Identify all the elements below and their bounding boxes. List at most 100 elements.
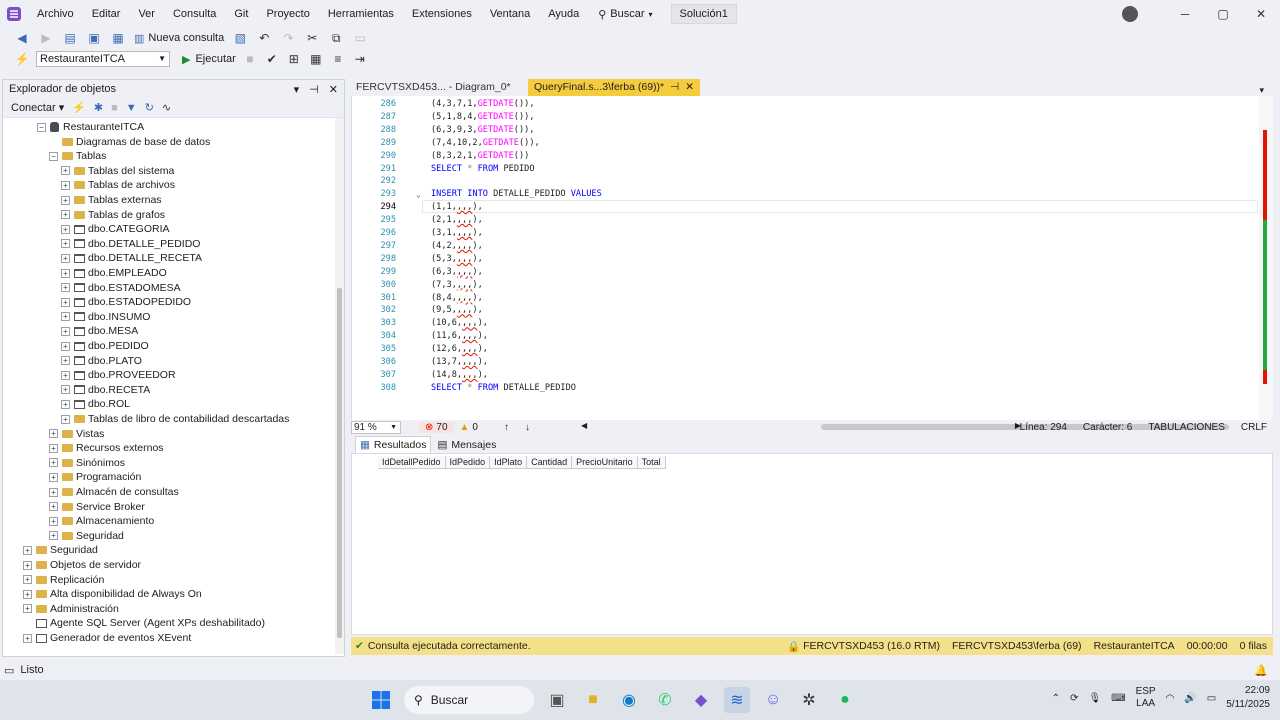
tree-node[interactable]: + dbo.DETALLE_RECETA <box>61 251 202 265</box>
expand-icon[interactable]: + <box>61 166 70 176</box>
save-icon[interactable]: ▣ <box>86 31 102 45</box>
execute-button[interactable]: ▶ Ejecutar <box>182 53 236 66</box>
tree-node[interactable]: − RestauranteITCA <box>37 120 144 134</box>
tree-node[interactable]: + Administración <box>23 602 119 616</box>
taskbar-search[interactable]: ⚲ Buscar <box>404 686 534 714</box>
back-icon[interactable]: ◀ <box>14 31 30 45</box>
tree-node[interactable]: − Tablas <box>49 149 106 163</box>
error-count[interactable]: ⊗ 70 <box>419 421 454 433</box>
expand-icon[interactable]: + <box>61 253 70 263</box>
tree-node[interactable]: + Sinónimos <box>49 456 125 470</box>
grid-column-header[interactable]: PrecioUnitario <box>572 456 638 469</box>
new-project-icon[interactable]: ▤ <box>62 31 78 45</box>
expand-icon[interactable]: + <box>61 312 70 322</box>
menu-item[interactable]: Consulta <box>164 0 225 28</box>
expand-icon[interactable]: + <box>61 283 70 293</box>
collapse-icon[interactable]: − <box>37 122 46 132</box>
expand-icon[interactable]: + <box>49 458 58 468</box>
connect-icon[interactable]: ⚡ <box>14 52 30 66</box>
menu-item[interactable]: Herramientas <box>319 0 403 28</box>
cut-icon[interactable]: ✂ <box>304 31 320 45</box>
expand-icon[interactable]: + <box>61 326 70 336</box>
expand-icon[interactable]: + <box>23 589 32 599</box>
pin-icon[interactable]: ▾ <box>294 83 300 96</box>
tree-node[interactable]: + Recursos externos <box>49 441 164 455</box>
tree-node[interactable]: + Tablas externas <box>61 193 162 207</box>
connect-icon[interactable]: ⚡ <box>72 101 86 114</box>
tab-query[interactable]: QueryFinal.s...3\ferba (69))* ⊣ ✕ <box>528 79 701 96</box>
tree-node[interactable]: + Seguridad <box>23 543 98 557</box>
close-button[interactable]: ✕ <box>1242 0 1280 28</box>
expand-icon[interactable]: + <box>23 604 32 614</box>
grid-column-header[interactable]: IdDetallPedido <box>378 456 446 469</box>
tree-node[interactable]: + Tablas de libro de contabilidad descart… <box>61 412 289 426</box>
tree-node[interactable]: + Tablas de archivos <box>61 178 175 192</box>
grid-column-header[interactable]: Cantidad <box>527 456 573 469</box>
disconnect-icon[interactable]: ✱ <box>94 101 103 114</box>
menu-item[interactable]: Archivo <box>28 0 83 28</box>
tree-node[interactable]: Agente SQL Server (Agent XPs deshabilita… <box>23 616 265 630</box>
arrow-down-icon[interactable]: ↓ <box>525 422 530 433</box>
chatgpt-icon[interactable]: ✲ <box>796 687 822 713</box>
volume-icon[interactable]: 🔊 <box>1184 693 1196 704</box>
grid-column-header[interactable]: IdPlato <box>490 456 528 469</box>
solution-name[interactable]: Solución1 <box>670 4 737 24</box>
expand-icon[interactable]: + <box>61 224 70 234</box>
pin-icon[interactable]: ⊣ <box>670 79 679 96</box>
chevron-down-icon[interactable]: ▾ <box>1259 85 1264 96</box>
keyboard-icon[interactable]: ⌨ <box>1111 693 1125 704</box>
query-icon[interactable]: ▧ <box>232 31 248 45</box>
zoom-select[interactable]: 91 % ▼ <box>351 420 401 434</box>
tree-node[interactable]: + dbo.INSUMO <box>61 310 150 324</box>
copy-icon[interactable]: ⧉ <box>328 31 344 46</box>
tab-messages[interactable]: ▤ Mensajes <box>433 437 500 453</box>
expand-icon[interactable]: + <box>61 239 70 249</box>
query-editor[interactable]: 286 (4,3,7,1,GETDATE()), 287 (5,1,8,4,GETDA… <box>351 96 1273 420</box>
tree-node[interactable]: + dbo.CATEGORIA <box>61 222 170 236</box>
tree-node[interactable]: + Alta disponibilidad de Always On <box>23 587 202 601</box>
tree-node[interactable]: + dbo.ESTADOMESA <box>61 281 181 295</box>
display-plan-icon[interactable]: ⊞ <box>286 52 302 66</box>
tree-node[interactable]: + dbo.ESTADOPEDIDO <box>61 295 191 309</box>
expand-icon[interactable]: + <box>49 472 58 482</box>
results-to-grid-icon[interactable]: ▦ <box>308 52 324 66</box>
search-menu[interactable]: ⚲ Buscar ▾ <box>588 8 662 21</box>
minimize-button[interactable]: ─ <box>1166 0 1204 28</box>
grid-column-header[interactable]: Total <box>637 456 666 469</box>
parse-icon[interactable]: ✔ <box>264 52 280 66</box>
tree-node[interactable]: + Service Broker <box>49 500 145 514</box>
tree-node[interactable]: + Replicación <box>23 573 104 587</box>
indent-icon[interactable]: ⇥ <box>352 52 368 66</box>
battery-icon[interactable]: ▭ <box>1207 693 1216 704</box>
forward-icon[interactable]: ▶ <box>38 31 54 45</box>
tree-node[interactable]: + Generador de eventos XEvent <box>23 631 191 645</box>
menu-item[interactable]: Ventana <box>481 0 539 28</box>
close-icon[interactable]: ✕ <box>685 79 694 96</box>
avatar[interactable] <box>1122 6 1138 22</box>
whatsapp-icon[interactable]: ✆ <box>652 687 678 713</box>
tree-node[interactable]: Diagramas de base de datos <box>49 135 210 149</box>
tree-node[interactable]: + dbo.RECETA <box>61 383 150 397</box>
windows-start-icon[interactable] <box>368 687 394 713</box>
save-all-icon[interactable]: ▦ <box>110 31 126 45</box>
activity-icon[interactable]: ∿ <box>162 101 171 114</box>
tree-node[interactable]: + dbo.PLATO <box>61 354 142 368</box>
connect-button[interactable]: Conectar ▾ <box>11 101 64 114</box>
expand-icon[interactable]: + <box>61 341 70 351</box>
undo-icon[interactable]: ↶ <box>256 31 272 45</box>
file-explorer-icon[interactable]: ■ <box>580 687 606 713</box>
expand-icon[interactable]: + <box>61 195 70 205</box>
copilot-icon[interactable]: ◆ <box>688 687 714 713</box>
expand-icon[interactable]: + <box>23 575 32 585</box>
tree-node[interactable]: + Seguridad <box>49 529 124 543</box>
editor-hscroll[interactable]: ◀ ▶ <box>581 420 1229 434</box>
expand-icon[interactable]: + <box>49 443 58 453</box>
notification-icon[interactable]: 🔔 <box>1254 664 1268 677</box>
editor-scrollbar[interactable] <box>1259 96 1273 420</box>
clock[interactable]: 22:09 5/11/2025 <box>1226 684 1270 712</box>
wifi-icon[interactable]: ◠ <box>1166 693 1175 704</box>
spotify-icon[interactable]: ● <box>832 687 858 713</box>
tree-node[interactable]: + dbo.MESA <box>61 324 138 338</box>
microphone-icon[interactable]: 🎙 <box>1088 693 1101 704</box>
tree-node[interactable]: + Vistas <box>49 427 104 441</box>
